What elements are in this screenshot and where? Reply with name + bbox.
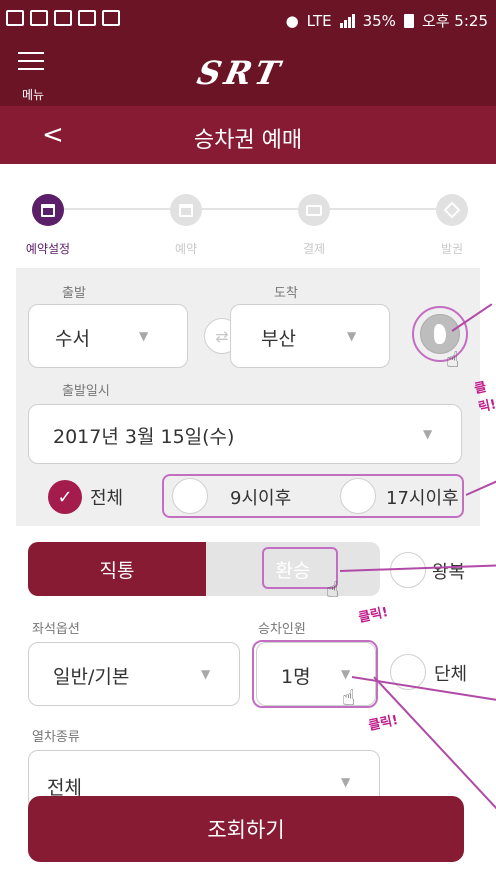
- page-title: 승차권 예매: [193, 128, 303, 153]
- hamburger-icon-line: [18, 60, 44, 62]
- direct-tab[interactable]: 직통: [28, 542, 206, 596]
- srt-logo: SRT: [193, 54, 287, 92]
- train-type-label: 열차종류: [32, 730, 80, 745]
- swap-icon: ⇄: [215, 326, 229, 346]
- direct-label: 직통: [99, 559, 135, 582]
- progress-stepper: 예약설정 예약 결제 발권: [0, 164, 496, 268]
- status-right: ● LTE 35% 오후 5:25: [286, 10, 488, 31]
- calendar-icon: [41, 203, 55, 217]
- step-payment: [298, 194, 330, 226]
- step-ticketing: [436, 194, 468, 226]
- arrival-value: 부산: [261, 328, 296, 350]
- departure-select[interactable]: 수서 ▼: [28, 304, 188, 368]
- date-value: 2017년 3월 15일(수): [53, 426, 235, 448]
- click-hint: 클릭!: [357, 605, 390, 626]
- step-label-reservation: 예약: [174, 242, 198, 256]
- date-label: 출발일시: [62, 384, 110, 399]
- hand-pointer-icon: ☝: [446, 348, 460, 373]
- search-button-label: 조회하기: [207, 818, 285, 842]
- chevron-down-icon: ▼: [139, 329, 149, 343]
- menu-button[interactable]: 메뉴: [18, 52, 54, 102]
- departure-value: 수서: [55, 328, 90, 350]
- notification-icon: [30, 10, 48, 26]
- app-icon: [54, 10, 72, 26]
- location-icon: ●: [285, 11, 299, 30]
- click-hint: 클릭!: [367, 713, 400, 734]
- signal-type-text: LTE: [306, 11, 332, 30]
- time-after-17-radio[interactable]: [340, 478, 376, 514]
- check-icon: ✓: [57, 486, 73, 508]
- chevron-down-icon: ▼: [341, 775, 351, 789]
- seat-option-select[interactable]: 일반/기본 ▼: [28, 642, 240, 706]
- calendar-check-icon: [179, 203, 193, 217]
- step-label-ticketing: 발권: [440, 242, 464, 256]
- step-connector: [330, 208, 436, 210]
- notification-icons: [6, 10, 120, 26]
- search-button[interactable]: 조회하기: [28, 796, 464, 862]
- chevron-down-icon: ▼: [201, 667, 211, 681]
- step-reservation: [170, 194, 202, 226]
- clock-text: 오후 5:25: [421, 12, 488, 30]
- time-after-17-label: 17시이후: [386, 488, 459, 509]
- chat-icon: [6, 10, 24, 26]
- step-connector: [64, 208, 170, 210]
- mail-icon: [102, 10, 120, 26]
- seat-option-value: 일반/기본: [53, 666, 130, 688]
- seat-option-label: 좌석옵션: [32, 622, 80, 637]
- status-bar: ● LTE 35% 오후 5:25: [0, 0, 496, 40]
- chevron-down-icon: ▼: [423, 427, 433, 441]
- signal-icon: [339, 13, 355, 28]
- hamburger-icon-line: [18, 68, 44, 70]
- round-trip-label: 왕복: [432, 562, 466, 583]
- time-after-9-label: 9시이후: [230, 488, 292, 509]
- step-label-setup: 예약설정: [25, 242, 71, 256]
- time-all-checkbox[interactable]: ✓: [48, 480, 82, 514]
- arrival-label: 도착: [274, 286, 298, 301]
- battery-icon: [403, 13, 414, 28]
- passenger-highlight: [252, 640, 378, 708]
- date-select[interactable]: 2017년 3월 15일(수) ▼: [28, 404, 462, 464]
- map-button-highlight: [412, 306, 468, 362]
- battery-text: 35%: [362, 11, 396, 30]
- step-reservation-setup: [32, 194, 64, 226]
- group-label: 단체: [434, 664, 468, 685]
- image-icon: [78, 10, 96, 26]
- arrival-select[interactable]: 부산 ▼: [230, 304, 390, 368]
- ticket-icon: [443, 201, 461, 219]
- hand-pointer-icon: ☝: [342, 686, 356, 711]
- hand-pointer-icon: ☝: [326, 578, 340, 603]
- step-label-payment: 결제: [302, 242, 326, 256]
- chevron-down-icon: ▼: [347, 329, 357, 343]
- time-all-label: 전체: [90, 488, 124, 509]
- departure-label: 출발: [62, 286, 86, 301]
- menu-label: 메뉴: [21, 88, 45, 102]
- route-panel: 출발 도착 수서 ▼ ⇄ 부산 ▼ 출발일시 2017년 3월 15일(수) ▼…: [16, 268, 480, 526]
- title-bar: < 승차권 예매: [0, 106, 496, 164]
- passenger-label: 승차인원: [258, 622, 306, 637]
- app-bar: 메뉴 SRT: [0, 40, 496, 106]
- card-icon: [306, 204, 322, 216]
- time-after-9-radio[interactable]: [172, 478, 208, 514]
- hamburger-icon: [18, 52, 44, 54]
- step-connector: [202, 208, 298, 210]
